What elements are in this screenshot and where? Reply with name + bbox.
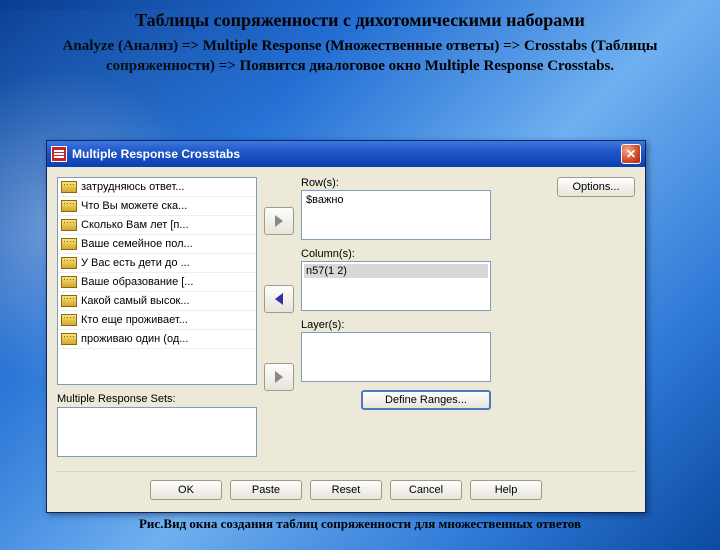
arrow-left-icon (275, 293, 283, 305)
rows-list[interactable]: $важно (301, 190, 491, 240)
ruler-icon (61, 257, 77, 269)
app-icon (51, 146, 67, 162)
list-item[interactable]: Какой самый высок... (58, 292, 256, 311)
rows-item[interactable]: $важно (304, 193, 488, 207)
list-item[interactable]: Сколько Вам лет [п... (58, 216, 256, 235)
list-item[interactable]: проживаю один (од... (58, 330, 256, 349)
list-item[interactable]: Кто еще проживает... (58, 311, 256, 330)
columns-label: Column(s): (301, 248, 491, 260)
ok-button[interactable]: OK (150, 480, 222, 500)
ruler-icon (61, 181, 77, 193)
dialog-button-row: OK Paste Reset Cancel Help (57, 471, 635, 512)
move-to-columns-button[interactable] (264, 285, 294, 313)
mrs-list[interactable] (57, 407, 257, 457)
layers-label: Layer(s): (301, 319, 491, 331)
help-button[interactable]: Help (470, 480, 542, 500)
list-item[interactable]: Что Вы можете ска... (58, 197, 256, 216)
layers-list[interactable] (301, 332, 491, 382)
ruler-icon (61, 333, 77, 345)
titlebar: Multiple Response Crosstabs ✕ (47, 141, 645, 167)
slide-title: Таблицы сопряженности с дихотомическими … (0, 10, 720, 31)
list-item[interactable]: Ваше образование [... (58, 273, 256, 292)
paste-button[interactable]: Paste (230, 480, 302, 500)
mrs-label: Multiple Response Sets: (57, 393, 257, 405)
dialog-window: Multiple Response Crosstabs ✕ затрудняюс… (46, 140, 646, 513)
arrow-right-icon (275, 371, 283, 383)
list-item[interactable]: Ваше семейное пол... (58, 235, 256, 254)
ruler-icon (61, 314, 77, 326)
ruler-icon (61, 200, 77, 212)
ruler-icon (61, 238, 77, 250)
list-item[interactable]: затрудняюсь ответ... (58, 178, 256, 197)
columns-item[interactable]: n57(1 2) (304, 264, 488, 278)
ruler-icon (61, 276, 77, 288)
cancel-button[interactable]: Cancel (390, 480, 462, 500)
define-ranges-button[interactable]: Define Ranges... (361, 390, 491, 410)
rows-label: Row(s): (301, 177, 491, 189)
ruler-icon (61, 295, 77, 307)
reset-button[interactable]: Reset (310, 480, 382, 500)
move-to-rows-button[interactable] (264, 207, 294, 235)
columns-list[interactable]: n57(1 2) (301, 261, 491, 311)
ruler-icon (61, 219, 77, 231)
list-item[interactable]: У Вас есть дети до ... (58, 254, 256, 273)
move-to-layers-button[interactable] (264, 363, 294, 391)
close-icon[interactable]: ✕ (621, 144, 641, 164)
variable-list[interactable]: затрудняюсь ответ... Что Вы можете ска..… (57, 177, 257, 385)
slide-caption: Рис.Вид окна создания таблиц сопряженнос… (0, 516, 720, 532)
slide-subtitle: Analyze (Анализ) => Multiple Response (М… (30, 37, 690, 76)
window-title: Multiple Response Crosstabs (72, 147, 621, 161)
options-button[interactable]: Options... (557, 177, 635, 197)
arrow-right-icon (275, 215, 283, 227)
